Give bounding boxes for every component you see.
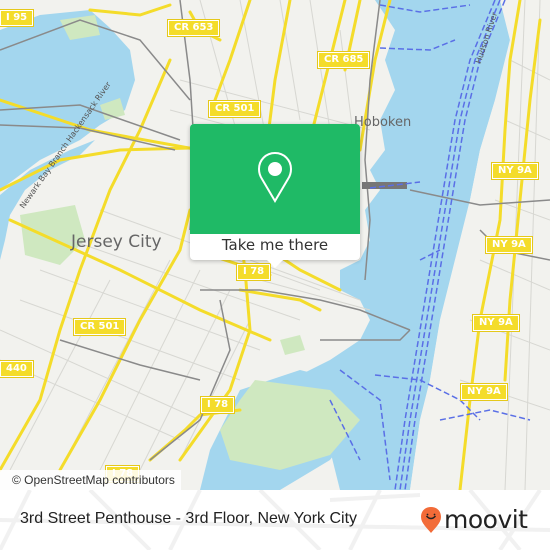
shield-ny9a-a: NY 9A — [491, 162, 539, 180]
shield-cr653: CR 653 — [166, 19, 221, 37]
take-me-there-button[interactable]: Take me there — [190, 234, 360, 260]
shield-rt440: 440 — [0, 360, 34, 378]
map-attribution[interactable]: © OpenStreetMap contributors — [0, 470, 181, 490]
shield-cr501-south: CR 501 — [72, 318, 127, 336]
map-view[interactable]: I 95 CR 653 CR 685 CR 501 CR 501 I 78 I … — [0, 0, 550, 490]
popup-header[interactable] — [190, 124, 360, 234]
shield-ny9a-b: NY 9A — [485, 236, 533, 254]
shield-i78-b: I 78 — [199, 396, 236, 414]
shield-cr501-north: CR 501 — [207, 100, 262, 118]
map-pin-icon — [257, 151, 293, 203]
shield-ny9a-c: NY 9A — [472, 314, 520, 332]
popup-tail — [267, 260, 283, 268]
moovit-logo[interactable]: moovit — [420, 506, 528, 534]
park-small-2 — [280, 335, 305, 355]
location-popup: Take me there — [190, 124, 360, 268]
place-label-hoboken: Hoboken — [354, 115, 412, 130]
shield-i95: I 95 — [0, 9, 35, 27]
moovit-wordmark: moovit — [444, 505, 528, 534]
footer: 3rd Street Penthouse - 3rd Floor, New Yo… — [0, 490, 550, 550]
place-title: 3rd Street Penthouse - 3rd Floor, New Yo… — [20, 510, 358, 527]
shield-ny9a-d: NY 9A — [460, 383, 508, 401]
moovit-pin-icon — [421, 507, 441, 533]
shield-cr685: CR 685 — [316, 51, 371, 69]
shield-i78-a: I 78 — [235, 263, 272, 281]
place-label-jersey-city: Jersey City — [71, 232, 162, 252]
hoboken-terminal — [362, 182, 407, 189]
